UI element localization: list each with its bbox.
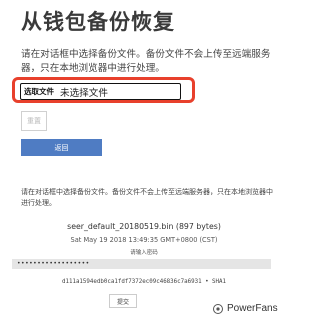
- password-label: 请输入密码: [130, 250, 158, 256]
- file-input[interactable]: 选取文件 未选择文件: [20, 83, 181, 100]
- page-title: 从钱包备份恢复: [21, 10, 175, 34]
- watermark: PowerFans: [213, 303, 278, 314]
- backup-file-name: seer_default_20180519.bin (897 bytes): [67, 222, 221, 231]
- backup-instructions: 请在对话框中选择备份文件。备份文件不会上传至远端服务器，只在本地浏览器中进行处理…: [21, 49, 271, 74]
- restore-instructions: 请在对话框中选择备份文件。备份文件不会上传至远端服务器，只在本地浏览器中进行处理…: [21, 188, 273, 207]
- submit-button[interactable]: 提交: [109, 294, 137, 308]
- password-input[interactable]: ••••••••••••••••••: [12, 259, 271, 269]
- backup-file-date: Sat May 19 2018 13:49:35 GMT+0800 (CST): [70, 236, 218, 244]
- sha1-hash-text: d111a1594edb0ca1fdf7372ec09c46836c7a6931…: [61, 279, 227, 285]
- reset-button[interactable]: 重置: [21, 111, 47, 131]
- powerfans-logo-icon: [213, 303, 223, 314]
- no-file-selected-text: 未选择文件: [60, 87, 108, 99]
- back-button[interactable]: 返回: [21, 139, 102, 156]
- watermark-text: PowerFans: [227, 303, 278, 314]
- choose-file-button[interactable]: 选取文件: [21, 86, 57, 97]
